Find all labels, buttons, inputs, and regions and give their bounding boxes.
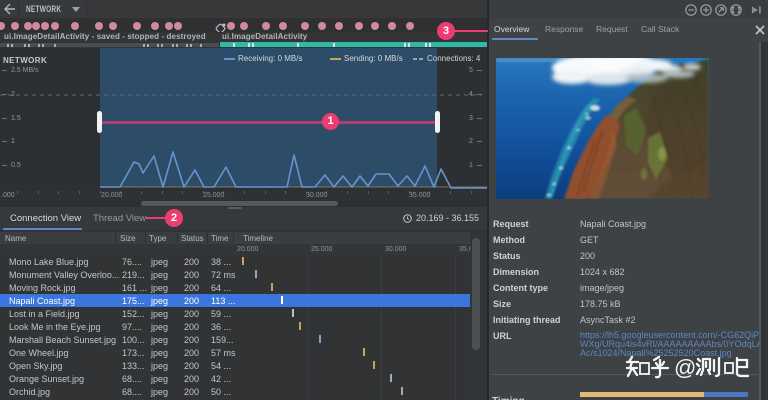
svg-text:@: @ — [674, 355, 696, 380]
